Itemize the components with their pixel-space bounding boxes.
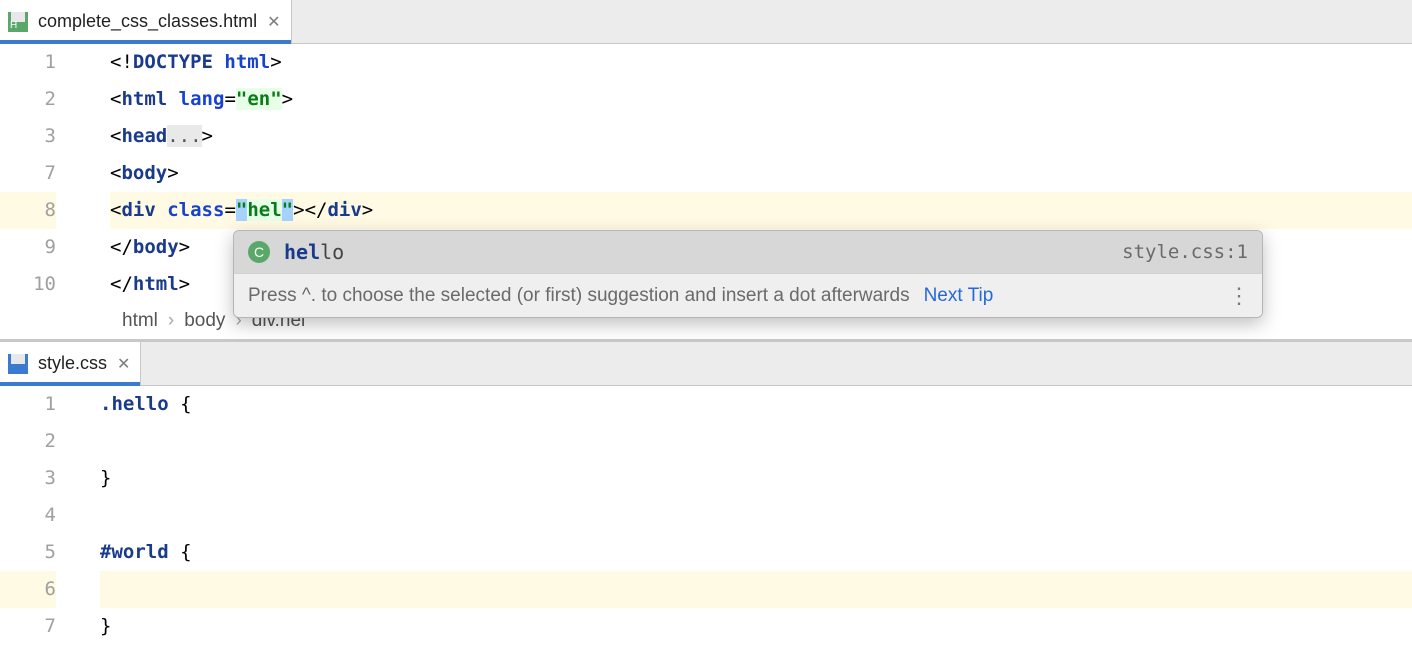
code-line: <html lang="en"> <box>110 81 1412 118</box>
close-icon[interactable]: ✕ <box>117 354 130 374</box>
line-number: 3 <box>0 118 56 155</box>
code-line: } <box>100 608 1412 645</box>
code-line: } <box>100 460 1412 497</box>
line-number: 2 <box>0 423 56 460</box>
completion-footer: Press ^. to choose the selected (or firs… <box>234 273 1262 317</box>
tab-label: style.css <box>38 353 107 374</box>
css-file-icon <box>8 354 28 374</box>
code-line <box>100 497 1412 534</box>
line-number: 1 <box>0 386 56 423</box>
completion-popup[interactable]: C hello style.css:1 Press ^. to choose t… <box>233 230 1263 318</box>
code-area[interactable]: .hello { } #world { } <box>80 386 1412 645</box>
code-line: #world { <box>100 534 1412 571</box>
line-number: 6 <box>0 571 56 608</box>
line-number: 2 <box>0 81 56 118</box>
line-number: 4 <box>0 497 56 534</box>
code-line: <head...> <box>110 118 1412 155</box>
completion-item[interactable]: C hello style.css:1 <box>234 231 1262 273</box>
class-badge-icon: C <box>248 241 270 263</box>
gutter: 1 2 3 7 8 9 10 <box>0 44 80 303</box>
tab-bar-bottom: style.css ✕ <box>0 342 1412 386</box>
tab-bar-top: H complete_css_classes.html ✕ <box>0 0 1412 44</box>
code-line: <!DOCTYPE html> <box>110 44 1412 81</box>
completion-label: hello <box>284 240 344 264</box>
html-file-icon: H <box>8 12 28 32</box>
chevron-right-icon: › <box>168 310 174 332</box>
line-number: 5 <box>0 534 56 571</box>
code-line <box>100 423 1412 460</box>
line-number: 7 <box>0 155 56 192</box>
tab-css-file[interactable]: style.css ✕ <box>0 342 141 385</box>
line-number: 7 <box>0 608 56 645</box>
line-number: 1 <box>0 44 56 81</box>
breadcrumb-item[interactable]: body <box>184 310 225 332</box>
code-line-active <box>100 571 1412 608</box>
tab-label: complete_css_classes.html <box>38 11 257 32</box>
breadcrumb-item[interactable]: html <box>122 310 158 332</box>
close-icon[interactable]: ✕ <box>267 12 280 32</box>
next-tip-link[interactable]: Next Tip <box>924 285 994 307</box>
line-number: 3 <box>0 460 56 497</box>
code-line: <body> <box>110 155 1412 192</box>
code-line-active: <div class="hel"></div> <box>110 192 1412 229</box>
tab-html-file[interactable]: H complete_css_classes.html ✕ <box>0 0 292 43</box>
completion-source: style.css:1 <box>1122 241 1248 263</box>
code-line: .hello { <box>100 386 1412 423</box>
line-number: 9 <box>0 229 56 266</box>
line-number: 8 <box>0 192 56 229</box>
editor-css[interactable]: 1 2 3 4 5 6 7 .hello { } #world { } <box>0 386 1412 645</box>
line-number: 10 <box>0 266 56 303</box>
more-icon[interactable]: ⋮ <box>1228 283 1248 309</box>
gutter: 1 2 3 4 5 6 7 <box>0 386 80 645</box>
completion-hint: Press ^. to choose the selected (or firs… <box>248 285 910 307</box>
